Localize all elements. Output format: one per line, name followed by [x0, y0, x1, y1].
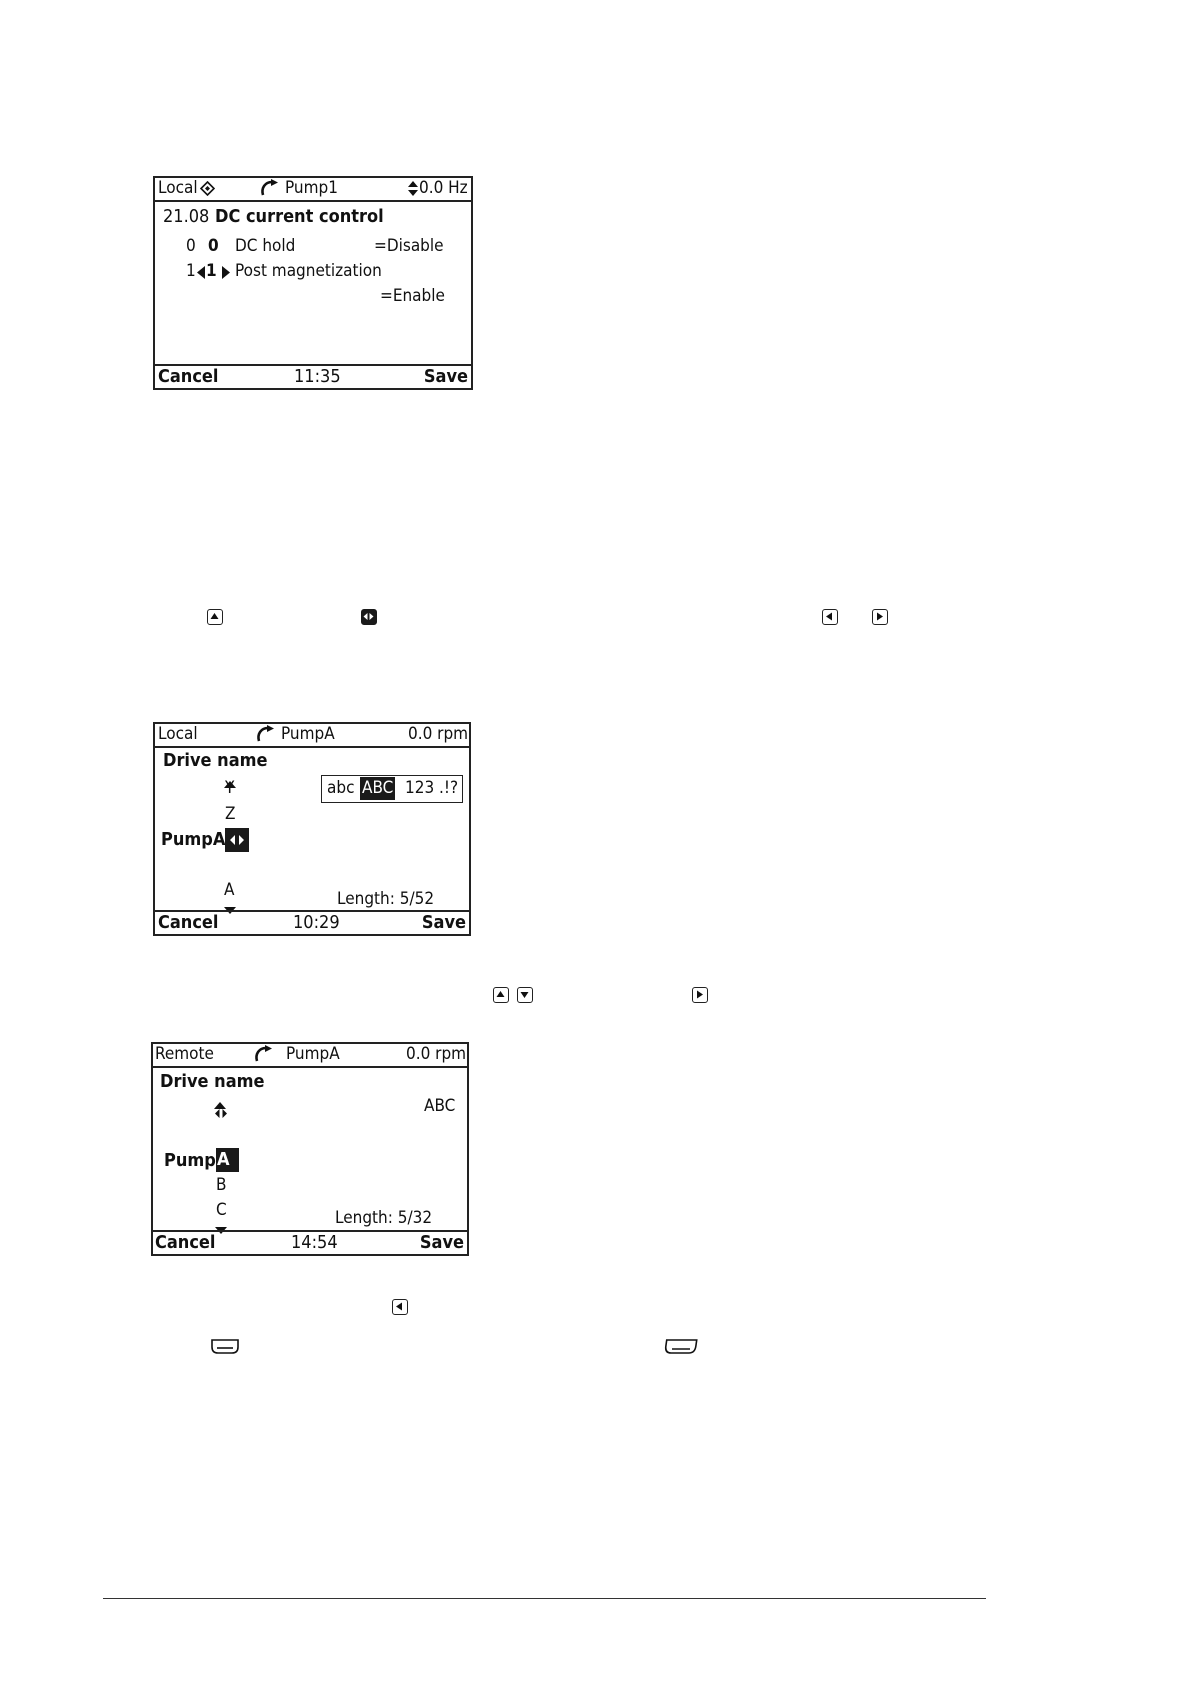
- rotation-arrow-icon: [259, 179, 279, 203]
- name-text-cursor-char[interactable]: A: [216, 1148, 239, 1172]
- save-softkey-label[interactable]: Save: [422, 912, 466, 934]
- edit-title: Drive name: [163, 750, 268, 771]
- reference-value: 0.0 rpm: [406, 1044, 467, 1064]
- status-bar: Remote PumpA 0.0 rpm: [153, 1044, 467, 1068]
- panel-screen-drive-name-edit: Local PumpA 0.0 rpm Drive name Y Z PumpA…: [153, 722, 471, 936]
- clock: 10:29: [293, 912, 340, 933]
- clock: 14:54: [291, 1232, 338, 1253]
- charset-lowercase[interactable]: abc: [327, 776, 355, 801]
- clock: 11:35: [294, 366, 341, 387]
- charset-selector[interactable]: abc ABC 123 .!?: [321, 775, 463, 803]
- local-diamond-icon: [199, 180, 216, 202]
- left-right-cursor-icon[interactable]: [225, 828, 249, 852]
- charset-uppercase-selected[interactable]: ABC: [360, 777, 396, 800]
- active-charset: ABC: [424, 1096, 456, 1116]
- name-text-prefix: Pump: [164, 1150, 216, 1171]
- name-text-value[interactable]: PumpA: [161, 829, 225, 850]
- save-softkey-label[interactable]: Save: [420, 1232, 464, 1254]
- reference-value: 0.0 Hz: [419, 178, 468, 198]
- bit-state: =Disable: [374, 236, 444, 256]
- panel-screen-parameter-edit: Local Pump1 0.0 Hz 21.08 DC current cont…: [153, 176, 473, 390]
- up-arrow-key-icon: [493, 987, 509, 1003]
- panel-screen-drive-name-char-edit: Remote PumpA 0.0 rpm Drive name ABC Pump…: [151, 1042, 469, 1256]
- right-arrow-small-icon: [222, 264, 230, 283]
- char-option: B: [216, 1175, 227, 1195]
- parameter-code: 21.08: [163, 206, 210, 227]
- control-mode: Local: [158, 724, 198, 744]
- status-bar: Local Pump1 0.0 Hz: [155, 178, 471, 202]
- char-option: C: [216, 1200, 227, 1220]
- char-option: A: [224, 880, 235, 900]
- cancel-softkey-label[interactable]: Cancel: [155, 1232, 215, 1254]
- drive-name: PumpA: [286, 1044, 340, 1064]
- charset-symbols[interactable]: .!?: [439, 776, 458, 801]
- bit-name: DC hold: [235, 236, 296, 256]
- parameter-title: DC current control: [215, 206, 384, 227]
- text-length: Length: 5/52: [337, 889, 435, 909]
- drive-name: Pump1: [285, 178, 338, 198]
- up-arrow-key-icon: [207, 609, 223, 625]
- bit-name: Post magnetization: [235, 261, 382, 281]
- right-arrow-key-icon: [692, 987, 708, 1003]
- bit-index: 0: [186, 236, 196, 256]
- edit-title: Drive name: [160, 1071, 265, 1092]
- left-right-cursor-icon: [361, 609, 377, 625]
- up-down-icon: [408, 181, 418, 202]
- save-softkey-label[interactable]: Save: [424, 366, 468, 388]
- rotation-arrow-icon: [253, 1045, 273, 1069]
- softkey-bar: Cancel 11:35 Save: [155, 364, 471, 388]
- left-right-cursor-icon: [214, 1104, 228, 1123]
- cancel-softkey-label[interactable]: Cancel: [158, 366, 218, 388]
- right-arrow-key-icon: [872, 609, 888, 625]
- text-length: Length: 5/32: [335, 1208, 433, 1228]
- drive-name: PumpA: [281, 724, 335, 744]
- left-arrow-key-icon: [392, 1299, 408, 1315]
- control-mode: Remote: [155, 1044, 214, 1064]
- charset-numbers[interactable]: 123: [405, 776, 434, 801]
- char-option: Z: [225, 804, 236, 824]
- bit-value[interactable]: 0: [208, 236, 219, 256]
- softkey-bar: Cancel 10:29 Save: [155, 910, 469, 934]
- cancel-softkey-label[interactable]: Cancel: [158, 912, 218, 934]
- bit-index: 1: [186, 261, 196, 281]
- down-arrow-key-icon: [517, 987, 533, 1003]
- bit-state: =Enable: [380, 286, 445, 306]
- bit-value-selected[interactable]: 1: [206, 261, 217, 281]
- softkey-bar: Cancel 14:54 Save: [153, 1230, 467, 1254]
- rotation-arrow-icon: [255, 725, 275, 749]
- left-softkey-icon: [210, 1338, 240, 1355]
- reference-value: 0.0 rpm: [408, 724, 469, 744]
- char-option: Y: [225, 778, 235, 798]
- control-mode: Local: [158, 178, 198, 198]
- left-arrow-key-icon: [822, 609, 838, 625]
- status-bar: Local PumpA 0.0 rpm: [155, 724, 469, 748]
- right-softkey-icon: [664, 1338, 698, 1355]
- page-footer-rule: [103, 1598, 986, 1599]
- left-arrow-small-icon: [197, 264, 205, 283]
